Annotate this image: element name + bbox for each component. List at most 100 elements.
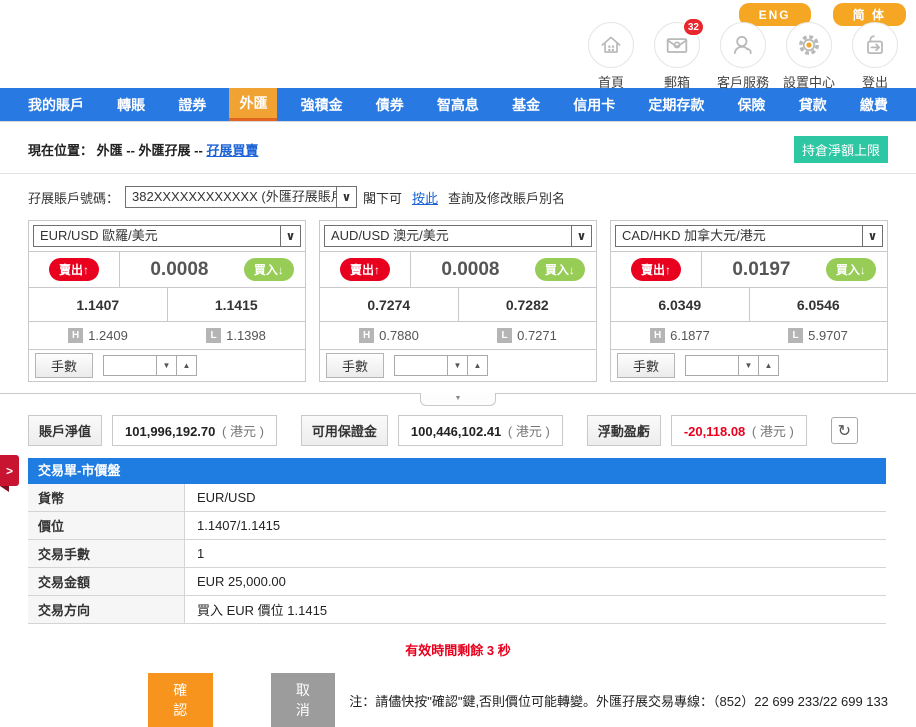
buy-button[interactable]: 買入↓	[826, 258, 876, 281]
settings-label: 設置中心	[776, 72, 842, 91]
amount-row-label: 交易金額	[28, 568, 185, 595]
mailbox-shortcut[interactable]: 32 郵箱	[644, 22, 710, 91]
currency-panel-cadhkd: CAD/HKD 加拿大元/港元 ∨ 賣出↑ 0.0197 買入↓ 6.0349 …	[610, 220, 888, 382]
ticket-actions: 確認 取消 注：請儘快按"確認"鍵,否則價位可能轉變。外匯孖展交易專線：（852…	[148, 673, 888, 727]
buy-button[interactable]: 買入↓	[244, 258, 294, 281]
cancel-button[interactable]: 取消	[271, 673, 336, 727]
arrow-down-icon: ↓	[860, 263, 866, 277]
low-cell: L 1.1398	[167, 328, 305, 343]
bid-price: 6.0349	[611, 288, 750, 321]
sell-button[interactable]: 賣出↑	[340, 258, 390, 281]
nav-securities[interactable]: 證券	[168, 88, 216, 121]
ask-price: 0.7282	[459, 288, 597, 321]
lots-button[interactable]: 手數	[35, 353, 93, 378]
nav-time-deposit[interactable]: 定期存款	[638, 88, 714, 121]
low-tag: L	[788, 328, 803, 343]
lots-row-value: 1	[185, 540, 886, 567]
alias-hint-link[interactable]: 按此	[412, 188, 438, 207]
nav-insurance[interactable]: 保險	[728, 88, 776, 121]
logout-shortcut[interactable]: 登出	[842, 22, 908, 91]
currency-row-label: 貨幣	[28, 484, 185, 511]
pair-select[interactable]: AUD/USD 澳元/美元 ∨	[324, 225, 592, 247]
spinner-down-icon[interactable]: ▼	[448, 355, 468, 376]
bid-ask-row: 6.0349 6.0546	[611, 288, 887, 322]
high-tag: H	[650, 328, 665, 343]
currency-row-value: EUR/USD	[185, 484, 886, 511]
panel-divider: ▼	[0, 393, 916, 407]
nav-transfer[interactable]: 轉賬	[107, 88, 155, 121]
spinner-up-icon[interactable]: ▲	[468, 355, 488, 376]
nav-loans[interactable]: 貸款	[789, 88, 837, 121]
pair-selected: EUR/USD 歐羅/美元	[34, 226, 280, 246]
breadcrumb-path: 外匯 -- 外匯孖展 --	[97, 143, 207, 158]
nav-smart-interest[interactable]: 智高息	[427, 88, 489, 121]
low-tag: L	[206, 328, 221, 343]
spinner-down-icon[interactable]: ▼	[739, 355, 759, 376]
net-equity-label: 賬戶淨值	[28, 415, 102, 446]
high-value: 6.1877	[670, 328, 710, 343]
nav-credit-card[interactable]: 信用卡	[563, 88, 625, 121]
buy-cell: 買入↓	[821, 258, 887, 281]
refresh-icon: ↻	[838, 421, 851, 441]
available-margin-value: 100,446,102.41 ( 港元 )	[398, 415, 563, 446]
nav-funds[interactable]: 基金	[502, 88, 550, 121]
lots-input[interactable]	[103, 355, 157, 376]
floating-pl-value: -20,118.08 ( 港元 )	[671, 415, 807, 446]
home-shortcut[interactable]: 首頁	[578, 22, 644, 91]
customer-service-shortcut[interactable]: 客戶服務	[710, 22, 776, 91]
buy-button[interactable]: 買入↓	[535, 258, 585, 281]
breadcrumb-row: 現在位置： 外匯 -- 外匯孖展 -- 孖展買賣 持倉淨額上限	[0, 122, 916, 174]
spinner-up-icon[interactable]: ▲	[177, 355, 197, 376]
sell-button[interactable]: 賣出↑	[49, 258, 99, 281]
ask-price: 1.1415	[168, 288, 306, 321]
lots-input[interactable]	[394, 355, 448, 376]
spinner-up-icon[interactable]: ▲	[759, 355, 779, 376]
fx-margin-trading-page: ENG 简 体 首頁 32	[0, 0, 916, 727]
nav-bill-payment[interactable]: 繳費	[850, 88, 898, 121]
pair-select[interactable]: EUR/USD 歐羅/美元 ∨	[33, 225, 301, 247]
lots-row: 手數 ▼ ▲	[29, 350, 305, 381]
price-row-value: 1.1407/1.1415	[185, 512, 886, 539]
lots-button[interactable]: 手數	[617, 353, 675, 378]
currency-panels: EUR/USD 歐羅/美元 ∨ 賣出↑ 0.0008 買入↓ 1.1407 1.…	[28, 220, 888, 382]
lots-button[interactable]: 手數	[326, 353, 384, 378]
lots-input[interactable]	[685, 355, 739, 376]
nav-my-accounts[interactable]: 我的賬戶	[18, 88, 94, 121]
sell-cell: 賣出↑	[29, 252, 120, 287]
currency-panel-audusd: AUD/USD 澳元/美元 ∨ 賣出↑ 0.0008 買入↓ 0.7274 0.…	[319, 220, 597, 382]
spread-value: 0.0197	[702, 259, 821, 281]
ticket-table: 交易單-市價盤 貨幣 EUR/USD 價位 1.1407/1.1415 交易手數…	[28, 458, 886, 624]
buy-cell: 買入↓	[239, 258, 305, 281]
side-panel-toggle[interactable]: >	[0, 455, 19, 486]
mail-badge: 32	[683, 18, 704, 36]
sell-button[interactable]: 賣出↑	[631, 258, 681, 281]
lots-row-label: 交易手數	[28, 540, 185, 567]
nav-mpf[interactable]: 強積金	[291, 88, 353, 121]
logout-icon	[852, 22, 898, 68]
alias-hint-prefix: 閣下可	[363, 188, 402, 207]
lots-stepper: ▼ ▲	[103, 355, 197, 376]
settings-shortcut[interactable]: 設置中心	[776, 22, 842, 91]
pair-select[interactable]: CAD/HKD 加拿大元/港元 ∨	[615, 225, 883, 247]
lots-row: 手數 ▼ ▲	[320, 350, 596, 381]
refresh-button[interactable]: ↻	[831, 417, 858, 444]
collapse-toggle[interactable]: ▼	[420, 393, 496, 406]
alias-hint-suffix: 查詢及修改賬戶別名	[448, 188, 565, 207]
nav-bonds[interactable]: 債券	[366, 88, 414, 121]
arrow-up-icon: ↑	[374, 263, 380, 277]
margin-account-select[interactable]: 382XXXXXXXXXXXX (外匯孖展賬戶) ∨	[125, 186, 357, 208]
table-row: 交易手數 1	[28, 540, 886, 568]
nav-forex[interactable]: 外匯	[229, 88, 277, 121]
confirm-button[interactable]: 確認	[148, 673, 213, 727]
pair-selected: AUD/USD 澳元/美元	[325, 226, 571, 246]
breadcrumb-current-link[interactable]: 孖展買賣	[206, 143, 258, 158]
ask-price: 6.0546	[750, 288, 888, 321]
lots-row: 手數 ▼ ▲	[611, 350, 887, 381]
pair-select-row: CAD/HKD 加拿大元/港元 ∨	[611, 221, 887, 252]
arrow-down-icon: ↓	[278, 263, 284, 277]
position-limit-button[interactable]: 持倉淨額上限	[794, 136, 888, 163]
lots-stepper: ▼ ▲	[394, 355, 488, 376]
floating-pl-label: 浮動盈虧	[587, 415, 661, 446]
bid-price: 0.7274	[320, 288, 459, 321]
spinner-down-icon[interactable]: ▼	[157, 355, 177, 376]
